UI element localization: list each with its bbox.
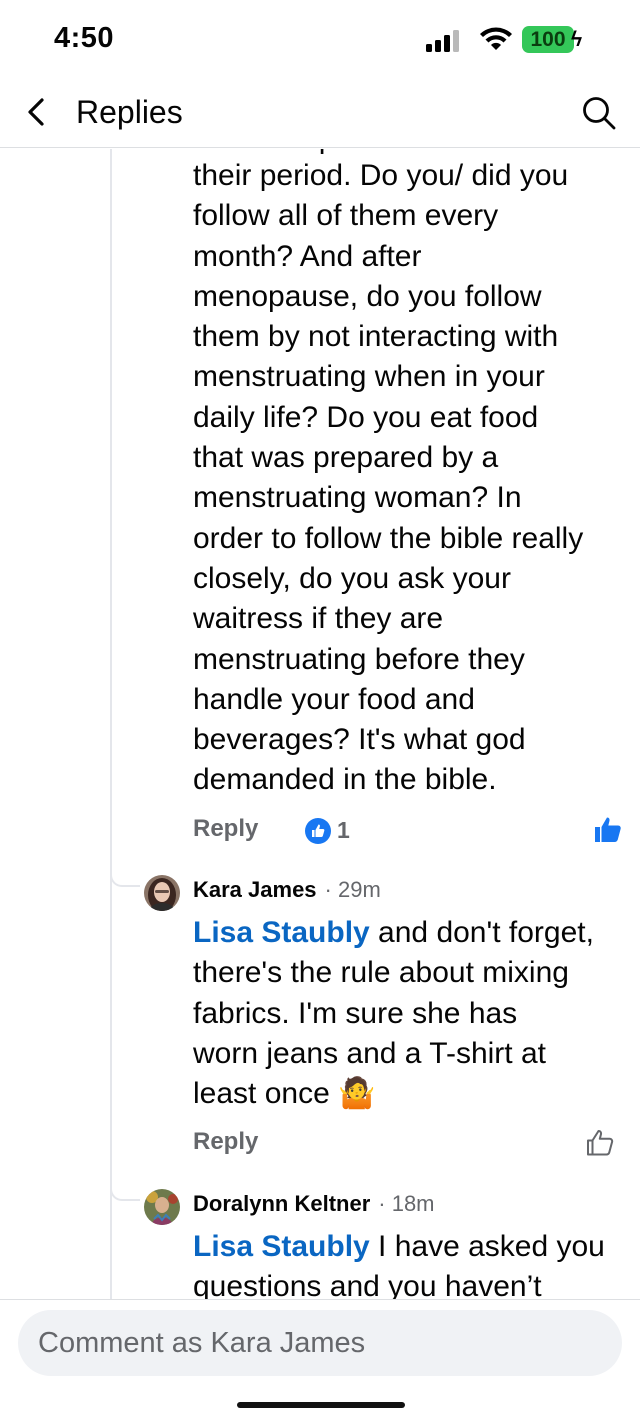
signal-icon	[426, 28, 468, 52]
comment-line: there's the rule about mixing	[193, 956, 569, 990]
wifi-icon	[480, 27, 512, 50]
author-name[interactable]: Doralynn Keltner	[193, 1191, 370, 1217]
comment-line: Lisa Staubly and don't forget,	[193, 913, 629, 953]
comment-line: follow all of them every	[193, 199, 499, 233]
comment-actions: Reply	[193, 1128, 623, 1164]
avatar[interactable]	[144, 1189, 180, 1225]
page-title: Replies	[76, 94, 183, 130]
like-filled-icon[interactable]	[593, 815, 623, 845]
thread-branch	[110, 1187, 140, 1201]
comment-line: waitress if they are	[193, 602, 444, 636]
back-chevron-icon[interactable]	[18, 92, 58, 132]
replies-thread[interactable]: woman's period rules when on their perio…	[0, 149, 640, 1299]
comment-header: Kara James · 29m	[193, 877, 381, 903]
like-reaction-icon	[305, 817, 331, 844]
comment-line: beverages? It's what god	[193, 723, 526, 757]
comment-line: menopause, do you follow	[193, 279, 542, 313]
battery-level: 100	[522, 26, 574, 53]
comment-text-fragment: I have asked you	[369, 1230, 605, 1263]
comment-line: that was prepared by a	[193, 441, 499, 475]
comment-line: daily life? Do you eat food	[193, 400, 539, 434]
mention-link[interactable]: Lisa Staubly	[193, 916, 370, 949]
thread-line	[110, 149, 112, 1299]
reaction-count: 1	[337, 817, 350, 843]
author-name[interactable]: Kara James	[193, 877, 317, 903]
comment-text-fragment: and don't forget,	[369, 916, 594, 949]
reply-button[interactable]: Reply	[193, 815, 258, 843]
comment-composer	[0, 1299, 640, 1422]
search-icon[interactable]	[580, 94, 618, 132]
comment-line: their period. Do you/ did you	[193, 159, 569, 192]
mention-link[interactable]: Lisa Staubly	[193, 1230, 370, 1263]
comment-line: questions and you haven’t	[193, 1270, 542, 1299]
comment-line: order to follow the bible really	[193, 521, 584, 555]
comment-header: Doralynn Keltner · 18m	[193, 1191, 435, 1217]
comment-line: menstruating when in your	[193, 360, 545, 394]
battery-icon: 100 ϟ	[522, 26, 582, 53]
comment-timestamp: · 18m	[378, 1191, 435, 1216]
comment-line: Lisa Staubly I have asked you	[193, 1227, 629, 1267]
comment-body: Lisa Staubly and don't forget, there's t…	[193, 913, 629, 1114]
comment-line: worn jeans and a T-shirt at	[193, 1036, 546, 1070]
status-bar: 4:50 100 ϟ	[0, 0, 640, 80]
comment-line: menstruating before they	[193, 642, 525, 676]
comment-line: least once 🤷	[193, 1077, 376, 1111]
comment-line: closely, do you ask your	[193, 561, 511, 595]
comment-line: demanded in the bible.	[193, 763, 497, 797]
comment-line: handle your food and	[193, 682, 475, 716]
comment-line: them by not interacting with	[193, 320, 559, 354]
status-time: 4:50	[54, 22, 115, 54]
home-indicator	[237, 1402, 405, 1408]
comment-timestamp: · 29m	[324, 877, 381, 902]
top-navigation-bar: Replies	[0, 80, 640, 148]
charging-bolt-icon: ϟ	[571, 27, 583, 51]
comment-line: month? And after	[193, 239, 422, 273]
like-outline-icon[interactable]	[585, 1128, 615, 1158]
thread-branch	[110, 873, 140, 887]
avatar[interactable]	[144, 875, 180, 911]
comment-actions: Reply 1	[193, 815, 623, 851]
comment-line: fabrics. I'm sure she has	[193, 996, 518, 1030]
comment-input[interactable]	[18, 1310, 622, 1376]
reply-button[interactable]: Reply	[193, 1128, 258, 1156]
comment-body: their period. Do you/ did you follow all…	[193, 156, 629, 801]
reaction-summary[interactable]: 1	[305, 817, 350, 844]
comment-line: menstruating woman? In	[193, 481, 522, 515]
comment-body: Lisa Staubly I have asked you questions …	[193, 1227, 629, 1299]
